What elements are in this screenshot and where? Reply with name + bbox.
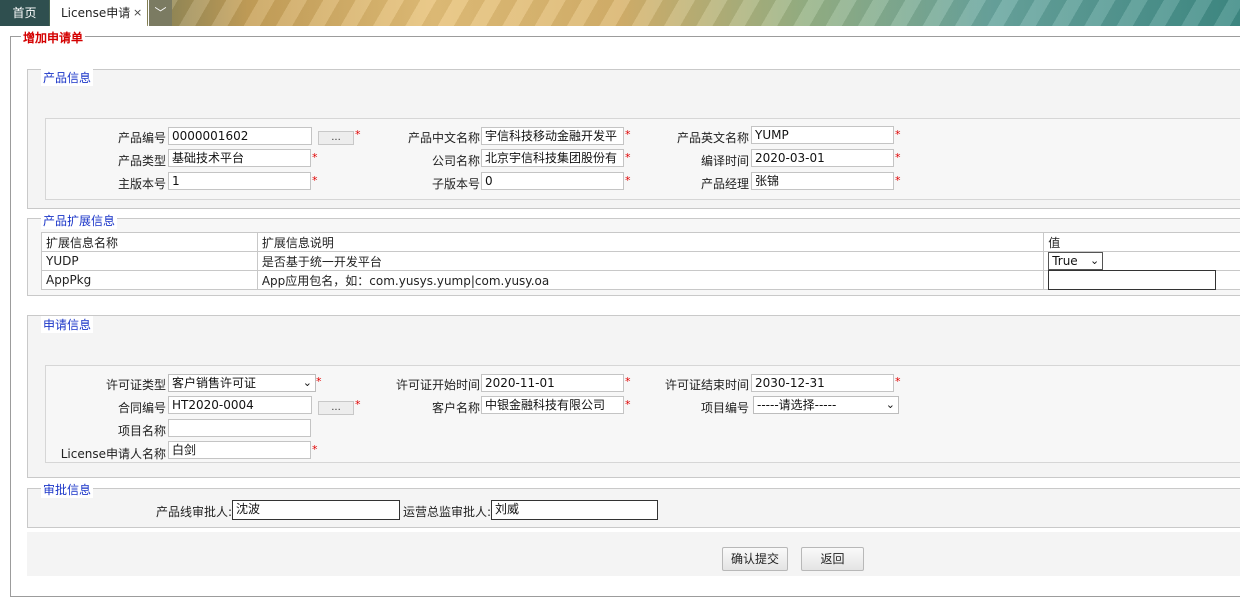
contract-no-label: 合同编号	[117, 401, 166, 415]
line-approver-label: 产品线审批人:	[155, 505, 232, 519]
required-mark: *	[625, 128, 631, 141]
required-mark: *	[625, 375, 631, 388]
required-mark: *	[895, 174, 901, 187]
minor-version-label: 子版本号	[431, 177, 480, 191]
project-no-select[interactable]: -----请选择----- ⌄	[753, 396, 899, 414]
required-mark: *	[625, 398, 631, 411]
required-mark: *	[355, 128, 361, 141]
product-no-picker-button[interactable]: ...	[318, 131, 354, 145]
build-time-field[interactable]: 2020-03-01	[751, 149, 894, 167]
contract-no-picker-button[interactable]: ...	[318, 401, 354, 415]
table-header-cell: 扩展信息说明	[256, 232, 1045, 252]
major-version-field[interactable]: 1	[168, 172, 311, 190]
required-mark: *	[316, 375, 322, 388]
major-version-label: 主版本号	[117, 177, 166, 191]
company-name-field[interactable]: 北京宇信科技集团股份有	[481, 149, 624, 167]
ext-value-cell: True ⌄	[1043, 251, 1240, 271]
tab-home[interactable]: 首页	[0, 0, 49, 26]
panel-title: 增加申请单	[21, 29, 86, 46]
customer-name-field[interactable]: 中银金融科技有限公司	[481, 396, 624, 414]
ext-desc-cell: App应用包名，如：com.yusys.yump|com.yusy.oa	[256, 270, 1045, 290]
license-start-field[interactable]: 2020-11-01	[481, 374, 624, 392]
required-mark: *	[625, 174, 631, 187]
product-cn-name-label: 产品中文名称	[407, 131, 480, 145]
ext-name-cell: AppPkg	[41, 270, 258, 290]
table-row: AppPkg App应用包名，如：com.yusys.yump|com.yusy…	[41, 270, 1240, 290]
product-en-name-label: 产品英文名称	[676, 131, 749, 145]
minor-version-field[interactable]: 0	[481, 172, 624, 190]
license-type-select[interactable]: 客户销售许可证 ⌄	[168, 374, 316, 392]
approval-info-legend: 审批信息	[41, 481, 94, 498]
required-mark: *	[312, 443, 318, 456]
table-header-row: 扩展信息名称 扩展信息说明 值	[41, 232, 1240, 252]
tab-license-label: License申请	[61, 6, 131, 20]
company-name-label: 公司名称	[431, 154, 480, 168]
table-header-cell: 值	[1043, 232, 1240, 252]
product-cn-name-field[interactable]: 宇信科技移动金融开发平	[481, 127, 624, 145]
line-approver-field[interactable]: 沈波	[232, 500, 400, 520]
apppkg-value-field[interactable]	[1048, 270, 1217, 290]
required-mark: *	[312, 174, 318, 187]
ops-approver-label: 运营总监审批人:	[402, 505, 491, 519]
ext-name-cell: YUDP	[41, 251, 258, 271]
close-icon[interactable]: ×	[133, 0, 142, 26]
product-type-field[interactable]: 基础技术平台	[168, 149, 311, 167]
tab-bar-background	[0, 0, 1240, 26]
license-end-field[interactable]: 2030-12-31	[751, 374, 894, 392]
yudp-value-select[interactable]: True ⌄	[1048, 252, 1104, 270]
table-row: YUDP 是否基于统一开发平台 True ⌄	[41, 251, 1240, 271]
apply-info-legend: 申请信息	[41, 316, 94, 333]
customer-name-label: 客户名称	[431, 401, 480, 415]
chevron-down-icon: ⌄	[1089, 254, 1100, 267]
ext-desc-cell: 是否基于统一开发平台	[256, 251, 1045, 271]
product-type-label: 产品类型	[117, 154, 166, 168]
product-manager-field[interactable]: 张锦	[751, 172, 894, 190]
ext-info-legend: 产品扩展信息	[41, 212, 118, 229]
tab-license[interactable]: License申请 ×	[50, 0, 147, 26]
ext-value-cell	[1043, 270, 1240, 290]
product-no-field[interactable]: 0000001602	[168, 127, 312, 145]
product-manager-label: 产品经理	[700, 177, 749, 191]
ext-info-table: 扩展信息名称 扩展信息说明 值 YUDP 是否基于统一开发平台 True ⌄ A…	[41, 232, 1240, 290]
yudp-value-selected: True	[1052, 254, 1078, 268]
license-type-selected: 客户销售许可证	[172, 376, 257, 390]
required-mark: *	[312, 151, 318, 164]
project-name-label: 项目名称	[117, 424, 166, 438]
applicant-label: License申请人名称	[60, 447, 166, 461]
tab-bar: 首页 License申请 × ﹀	[0, 0, 1240, 26]
required-mark: *	[895, 128, 901, 141]
required-mark: *	[895, 375, 901, 388]
back-button[interactable]: 返回	[801, 547, 864, 571]
product-en-name-field[interactable]: YUMP	[751, 126, 894, 144]
project-name-field[interactable]	[168, 419, 311, 437]
chevron-down-icon: ⌄	[302, 376, 312, 389]
license-end-label: 许可证结束时间	[664, 378, 749, 392]
build-time-label: 编译时间	[700, 154, 749, 168]
required-mark: *	[355, 398, 361, 411]
contract-no-field[interactable]: HT2020-0004	[168, 396, 312, 414]
required-mark: *	[895, 151, 901, 164]
ops-approver-field[interactable]: 刘威	[491, 500, 658, 520]
applicant-field[interactable]: 白剑	[168, 441, 311, 459]
required-mark: *	[625, 151, 631, 164]
action-bar	[27, 532, 1240, 576]
table-header-cell: 扩展信息名称	[41, 232, 258, 252]
product-no-label: 产品编号	[117, 131, 166, 145]
project-no-label: 项目编号	[700, 401, 749, 415]
license-type-label: 许可证类型	[105, 378, 166, 392]
product-info-legend: 产品信息	[41, 69, 94, 86]
license-start-label: 许可证开始时间	[395, 378, 480, 392]
project-no-selected: -----请选择-----	[757, 398, 837, 412]
confirm-submit-button[interactable]: 确认提交	[722, 547, 788, 571]
chevron-down-icon: ⌄	[885, 398, 895, 411]
chevron-down-icon[interactable]: ﹀	[148, 0, 172, 26]
